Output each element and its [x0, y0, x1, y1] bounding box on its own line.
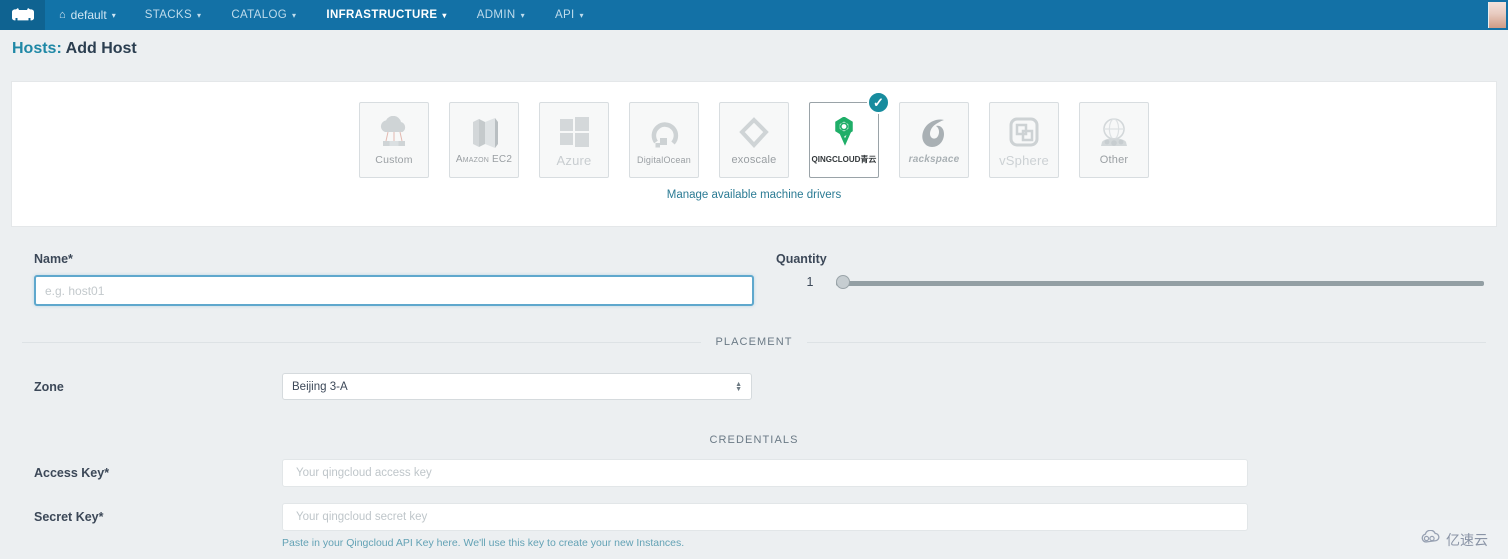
divider-line-right [806, 341, 1487, 343]
chevron-down-icon: ▾ [111, 11, 116, 20]
access-key-input[interactable] [282, 459, 1248, 487]
driver-label: exoscale [731, 153, 777, 166]
watermark: 亿速云 [1400, 520, 1508, 559]
divider-line-left [22, 341, 702, 343]
quantity-slider[interactable] [836, 275, 1484, 289]
nav-item-label: STACKS [144, 9, 192, 21]
driver-option-exoscale[interactable]: exoscale [719, 102, 789, 178]
driver-option-rackspace[interactable]: rackspace [899, 102, 969, 178]
driver-option-custom[interactable]: Custom [359, 102, 429, 178]
secret-key-input[interactable] [282, 503, 1248, 531]
driver-label: vSphere [999, 152, 1049, 168]
slider-track [836, 281, 1484, 286]
nav-item-label: ADMIN [476, 9, 516, 21]
driver-option-vsphere[interactable]: vSphere [989, 102, 1059, 178]
credentials-section-label: CREDENTIALS [709, 434, 799, 446]
driver-option-digitalocean[interactable]: DigitalOcean [629, 102, 699, 178]
quantity-label: Quantity [776, 252, 827, 266]
vsphere-icon [1007, 112, 1041, 152]
driver-label: rackspace [908, 154, 960, 165]
credentials-help-text: Paste in your Qingcloud API Key here. We… [282, 537, 685, 549]
nav-item-catalog[interactable]: CATALOG ▾ [216, 0, 311, 30]
other-globe-icon [1097, 113, 1131, 153]
cloud-logo-icon [1420, 529, 1442, 549]
custom-cloud-icon [374, 113, 414, 153]
zone-select[interactable]: Beijing 3-A ▲ ▼ [282, 373, 752, 400]
access-key-label: Access Key* [34, 466, 110, 480]
exoscale-icon [736, 113, 772, 153]
chevron-down-icon: ▾ [442, 11, 447, 20]
home-icon: ⌂ [59, 9, 66, 21]
nav-item-label: CATALOG [231, 9, 288, 21]
watermark-text: 亿速云 [1446, 531, 1488, 548]
zone-field-block: Zone Beijing 3-A ▲ ▼ [34, 373, 1034, 400]
zone-selected-value: Beijing 3-A [292, 380, 348, 393]
nav-item-api[interactable]: API ▾ [540, 0, 599, 30]
driver-label: Azure [556, 152, 592, 168]
driver-label: Other [1099, 153, 1129, 166]
qingcloud-icon [828, 114, 860, 154]
driver-option-other[interactable]: Other [1079, 102, 1149, 178]
page-title: Hosts: Add Host [12, 40, 137, 58]
chevron-down-icon: ▾ [196, 11, 202, 20]
driver-label: Amazon EC2 [455, 154, 513, 165]
secret-key-field-block: Secret Key* [34, 503, 1494, 531]
driver-label: DigitalOcean [637, 154, 691, 165]
environment-selector[interactable]: ⌂ default ▾ [45, 0, 130, 30]
user-avatar-icon[interactable] [1488, 2, 1506, 28]
environment-label: default [70, 8, 107, 22]
slider-thumb[interactable] [836, 275, 850, 289]
nav-item-stacks[interactable]: STACKS ▾ [130, 0, 217, 30]
placement-section-label: PLACEMENT [715, 336, 793, 348]
digitalocean-icon [647, 114, 681, 154]
chevron-down-icon: ▾ [292, 11, 297, 20]
driver-label: Custom [375, 153, 413, 166]
page-header: Hosts: Add Host [0, 30, 1508, 67]
chevron-down-icon: ▾ [579, 11, 584, 20]
driver-option-azure[interactable]: Azure [539, 102, 609, 178]
page-title-prefix: Hosts: [12, 39, 62, 57]
amazon-ec2-icon [465, 113, 503, 153]
navbar-right [1488, 0, 1508, 30]
driver-option-qingcloud[interactable]: ✓ QINGCLOUD青云 [809, 91, 890, 178]
quantity-field-block: Quantity 1 [776, 252, 1484, 289]
azure-windows-icon [557, 112, 591, 152]
zone-label: Zone [34, 379, 64, 394]
name-field-block: Name* [34, 252, 756, 306]
machine-driver-list: Custom Amazon EC2 Azure DigitalOcean exo… [12, 82, 1496, 178]
placement-section-divider: PLACEMENT [22, 336, 1487, 348]
name-input[interactable] [34, 275, 754, 306]
rancher-cow-logo-icon[interactable] [0, 0, 45, 30]
driver-option-amazon-ec2[interactable]: Amazon EC2 [449, 102, 519, 178]
nav-item-label: INFRASTRUCTURE [326, 9, 438, 21]
nav-item-admin[interactable]: ADMIN ▾ [462, 0, 540, 30]
nav-item-infrastructure[interactable]: INFRASTRUCTURE ▾ [311, 0, 461, 30]
name-label: Name* [34, 252, 73, 266]
page-title-main: Add Host [65, 39, 137, 57]
manage-machine-drivers-link[interactable]: Manage available machine drivers [12, 189, 1496, 201]
select-spinner-icon: ▲ ▼ [735, 380, 742, 393]
check-circle-icon: ✓ [867, 91, 890, 114]
rackspace-icon [917, 113, 951, 153]
quantity-value: 1 [806, 275, 814, 289]
top-navbar: ⌂ default ▾ STACKS ▾ CATALOG ▾ INFRASTRU… [0, 0, 1508, 30]
nav-item-label: API [554, 9, 575, 21]
machine-driver-panel: Custom Amazon EC2 Azure DigitalOcean exo… [12, 82, 1496, 226]
chevron-down-icon: ▾ [520, 11, 525, 20]
nav-items: STACKS ▾ CATALOG ▾ INFRASTRUCTURE ▾ ADMI… [130, 0, 599, 30]
secret-key-label: Secret Key* [34, 510, 104, 524]
driver-label: QINGCLOUD青云 [811, 155, 877, 164]
access-key-field-block: Access Key* [34, 459, 1494, 487]
